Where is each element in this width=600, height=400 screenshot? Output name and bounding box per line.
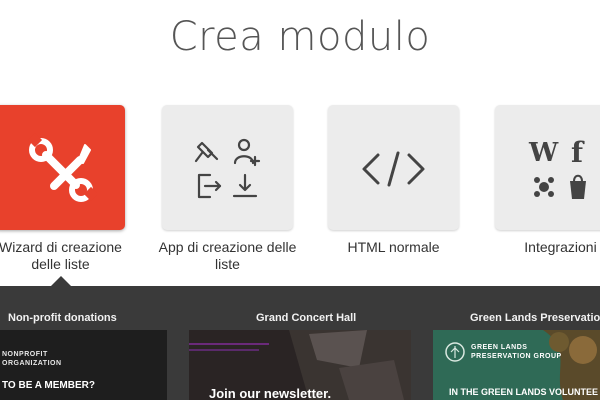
- page-title: Crea modulo: [169, 14, 431, 60]
- template-card-concert[interactable]: Join our newsletter.: [189, 330, 411, 400]
- html-option-tile[interactable]: [328, 105, 459, 230]
- code-icon: [362, 151, 425, 187]
- app-option-tile[interactable]: [162, 105, 293, 230]
- svg-text:f: f: [571, 136, 585, 169]
- wizard-option-tile[interactable]: [0, 105, 125, 230]
- wizard-option-label: Wizard di creazione delle liste: [0, 239, 122, 272]
- apps-icon: [194, 138, 261, 199]
- integrations-icon: W f: [528, 136, 586, 199]
- template-name-concert: Grand Concert Hall: [256, 312, 357, 324]
- template-name-greenlands: Green Lands Preservation Gr: [470, 312, 600, 324]
- template-card-nonprofit[interactable]: NONPROFIT ORGANIZATION TO BE A MEMBER?: [0, 330, 167, 400]
- template-name-nonprofit: Non-profit donations: [8, 312, 117, 324]
- tools-icon: [27, 132, 99, 202]
- integrations-option-label: Integrazioni: [524, 239, 597, 255]
- app-option-label: App di creazione delle liste: [158, 239, 297, 272]
- integrations-option-tile[interactable]: W f: [495, 105, 600, 230]
- template-card-greenlands[interactable]: GREEN LANDS PRESERVATION GROUP IN THE GR…: [433, 330, 600, 400]
- svg-text:W: W: [528, 138, 559, 168]
- html-option-label: HTML normale: [347, 239, 440, 255]
